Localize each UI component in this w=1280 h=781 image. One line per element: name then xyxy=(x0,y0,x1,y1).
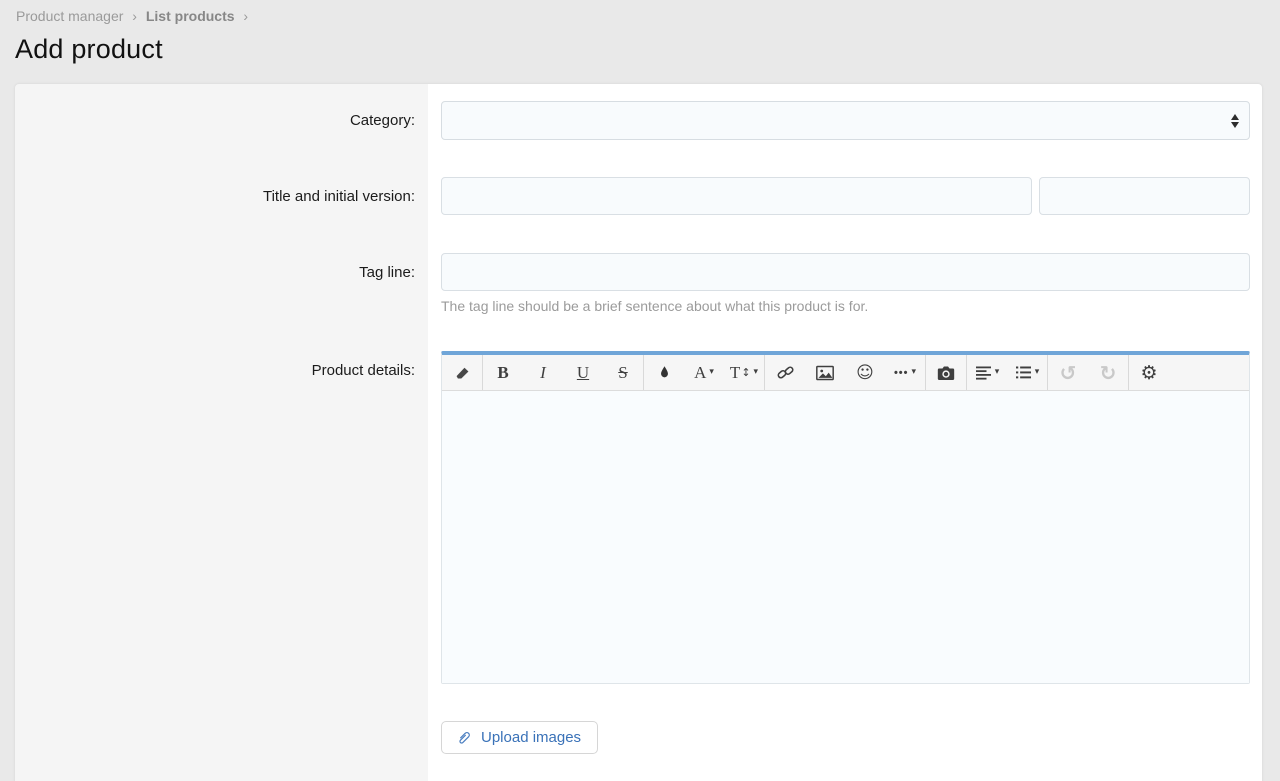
category-label: Category: xyxy=(15,101,428,140)
chevron-down-icon: ▾ xyxy=(709,368,714,377)
form-row-category: Category: xyxy=(15,101,1262,140)
remove-format-button[interactable] xyxy=(442,355,482,390)
upload-images-label: Upload images xyxy=(481,729,581,746)
select-stepper-icon xyxy=(1231,114,1239,128)
editor-toolbar: B I U S A ▾ xyxy=(442,355,1249,391)
italic-button[interactable]: I xyxy=(523,355,563,390)
bold-button[interactable]: B xyxy=(483,355,523,390)
undo-button[interactable]: ↺ xyxy=(1048,355,1088,390)
rich-text-editor: B I U S A ▾ xyxy=(441,351,1250,684)
list-icon xyxy=(1015,365,1032,380)
strikethrough-icon: S xyxy=(618,363,627,383)
add-product-form-panel: Category: Title and initial version: xyxy=(14,83,1263,781)
page-title: Add product xyxy=(0,24,1280,65)
breadcrumb: Product manager › List products › xyxy=(0,0,1280,24)
breadcrumb-item-product-manager[interactable]: Product manager xyxy=(16,8,123,24)
breadcrumb-separator: › xyxy=(132,8,137,24)
strikethrough-button[interactable]: S xyxy=(603,355,643,390)
undo-icon: ↺ xyxy=(1060,361,1077,385)
font-color-button[interactable]: A ▾ xyxy=(684,355,724,390)
product-details-label: Product details: xyxy=(15,351,428,684)
emoji-button[interactable]: ☺ xyxy=(845,355,885,390)
camera-button[interactable] xyxy=(926,355,966,390)
tagline-label: Tag line: xyxy=(15,253,428,314)
tagline-input[interactable] xyxy=(441,253,1250,291)
chevron-down-icon: ▾ xyxy=(1035,368,1040,377)
droplet-icon xyxy=(657,364,672,381)
bold-icon: B xyxy=(497,363,508,383)
breadcrumb-item-list-products[interactable]: List products xyxy=(146,8,235,24)
text-height-button[interactable]: T↕ ▾ xyxy=(724,355,764,390)
link-button[interactable] xyxy=(765,355,805,390)
paragraph-align-button[interactable]: ▾ xyxy=(967,355,1007,390)
form-row-tagline: Tag line: The tag line should be a brief… xyxy=(15,253,1262,314)
add-product-page: Product manager › List products › Add pr… xyxy=(0,0,1280,781)
font-color-icon: A xyxy=(694,363,706,383)
link-icon xyxy=(776,363,795,382)
form-row-title-version: Title and initial version: xyxy=(15,177,1262,216)
initial-version-input[interactable] xyxy=(1039,177,1250,215)
chevron-down-icon: ▾ xyxy=(754,368,759,377)
more-options-button[interactable]: ••• ▾ xyxy=(885,355,925,390)
smiley-icon: ☺ xyxy=(856,363,874,383)
title-version-label: Title and initial version: xyxy=(15,177,428,216)
form-row-product-details: Product details: B I U S xyxy=(15,351,1262,684)
upload-label-spacer xyxy=(15,721,428,754)
breadcrumb-separator: › xyxy=(243,8,248,24)
text-height-icon: T xyxy=(730,363,740,383)
image-icon xyxy=(815,364,835,382)
align-left-icon xyxy=(975,365,992,380)
upload-images-button[interactable]: Upload images xyxy=(441,721,598,754)
category-select[interactable] xyxy=(441,101,1250,140)
camera-icon xyxy=(936,364,956,382)
paperclip-icon xyxy=(455,729,472,746)
underline-icon: U xyxy=(577,363,589,383)
underline-button[interactable]: U xyxy=(563,355,603,390)
eraser-icon xyxy=(453,363,472,382)
redo-icon: ↻ xyxy=(1100,361,1117,385)
form-row-upload: Upload images xyxy=(15,721,1262,754)
redo-button[interactable]: ↻ xyxy=(1088,355,1128,390)
tagline-help-text: The tag line should be a brief sentence … xyxy=(441,298,1250,314)
color-button[interactable] xyxy=(644,355,684,390)
settings-button[interactable]: ⚙ xyxy=(1129,355,1169,390)
updown-arrow-icon: ↕ xyxy=(741,366,750,379)
title-input[interactable] xyxy=(441,177,1032,215)
product-details-editor-area[interactable] xyxy=(442,391,1249,683)
italic-icon: I xyxy=(540,363,546,383)
chevron-down-icon: ▾ xyxy=(995,368,1000,377)
chevron-down-icon: ▾ xyxy=(912,368,917,377)
insert-image-button[interactable] xyxy=(805,355,845,390)
ellipsis-icon: ••• xyxy=(894,367,909,379)
list-button[interactable]: ▾ xyxy=(1007,355,1047,390)
gear-icon: ⚙ xyxy=(1140,362,1157,384)
